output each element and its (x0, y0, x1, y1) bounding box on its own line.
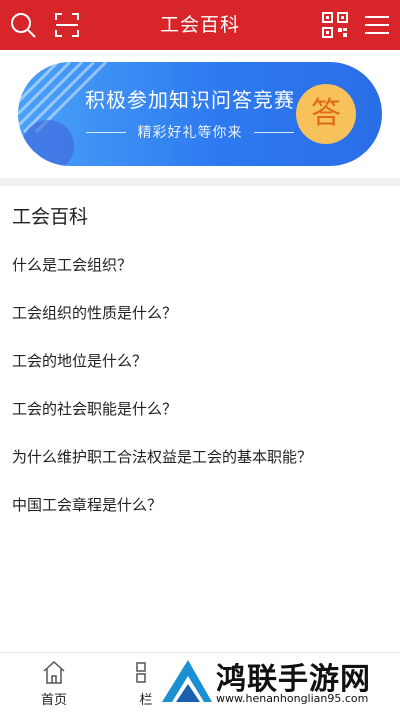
banner-headline: 积极参加知识问答竞赛 (85, 88, 295, 112)
quiz-banner[interactable]: 积极参加知识问答竞赛 精彩好礼等你来 答 (18, 62, 382, 166)
question-item[interactable]: 工会的地位是什么？ (12, 344, 392, 392)
subline-right-rule (254, 132, 294, 133)
question-item[interactable]: 工会的社会职能是什么？ (12, 392, 392, 440)
menu-icon[interactable] (362, 10, 392, 40)
home-icon (43, 660, 65, 684)
section-title: 工会百科 (12, 206, 89, 228)
question-item[interactable]: 为什么维护职工合法权益是工会的基本职能？ (12, 440, 392, 488)
tab-home[interactable]: 首页 (24, 653, 84, 713)
question-item[interactable]: 中国工会章程是什么？ (12, 488, 392, 536)
question-item[interactable]: 工会组织的性质是什么？ (12, 296, 392, 344)
question-item[interactable]: 什么是工会组织？ (12, 248, 392, 296)
watermark-url: www.henanhonglian95.com (216, 692, 369, 705)
watermark-logo-icon (162, 660, 212, 702)
tab-home-label: 首页 (40, 693, 67, 708)
site-watermark: 鸿联手游网 www.henanhonglian95.com (150, 652, 400, 712)
top-header: 工会百科 (0, 0, 400, 50)
banner-area: 积极参加知识问答竞赛 精彩好礼等你来 答 (0, 50, 400, 178)
decor-circle (22, 120, 74, 166)
section-divider (0, 178, 400, 186)
question-list: 什么是工会组织？ 工会组织的性质是什么？ 工会的地位是什么？ 工会的社会职能是什… (12, 248, 392, 536)
answer-badge: 答 (296, 84, 356, 144)
qrcode-icon[interactable] (320, 10, 350, 40)
